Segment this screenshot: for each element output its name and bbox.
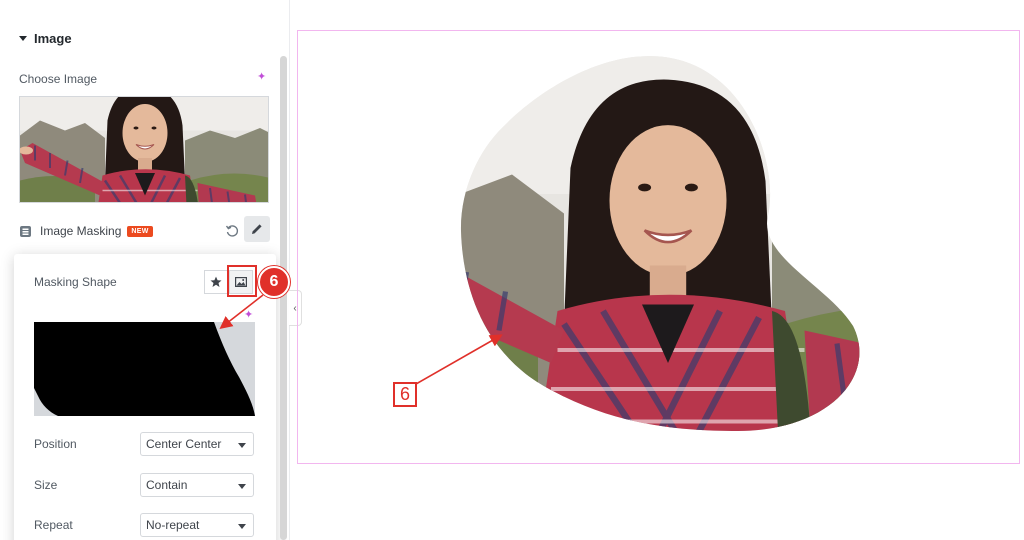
image-masking-row: Image Masking NEW: [19, 216, 270, 242]
photo-thumbnail-image: [20, 97, 268, 202]
chevron-down-icon: [238, 484, 246, 489]
size-value: Contain: [146, 478, 188, 492]
reset-icon[interactable]: [225, 224, 239, 238]
sparkle-icon[interactable]: ✦: [244, 310, 253, 321]
scrollbar-thumb[interactable]: [280, 56, 287, 540]
repeat-value: No-repeat: [146, 518, 200, 532]
position-select[interactable]: Center Center: [140, 432, 254, 456]
highlight-box: [227, 265, 257, 297]
shape-library-button[interactable]: [204, 270, 228, 294]
mask-shape-preview[interactable]: [34, 322, 255, 416]
edit-button[interactable]: [244, 216, 270, 242]
image-section-header[interactable]: Image: [19, 31, 72, 46]
mask-shape-image: [34, 322, 255, 416]
chevron-down-icon: [238, 524, 246, 529]
new-badge: NEW: [127, 225, 153, 237]
size-select[interactable]: Contain: [140, 473, 254, 497]
masking-shape-label: Masking Shape: [34, 275, 117, 289]
pencil-icon: [252, 224, 262, 234]
repeat-select[interactable]: No-repeat: [140, 513, 254, 537]
star-icon: [210, 276, 222, 287]
position-label: Position: [34, 437, 77, 451]
image-thumbnail[interactable]: [19, 96, 269, 203]
image-masking-label: Image Masking: [40, 224, 122, 238]
choose-image-label: Choose Image: [19, 72, 98, 86]
caret-down-icon: [19, 36, 27, 41]
size-label: Size: [34, 478, 58, 492]
sparkle-icon[interactable]: ✦: [257, 72, 266, 83]
position-value: Center Center: [146, 437, 222, 451]
chevron-down-icon: [238, 443, 246, 448]
repeat-label: Repeat: [34, 518, 73, 532]
masking-icon: [20, 225, 31, 237]
step-label-box: 6: [393, 382, 417, 407]
section-title: Image: [34, 31, 72, 46]
step-number-badge: 6: [258, 266, 290, 298]
